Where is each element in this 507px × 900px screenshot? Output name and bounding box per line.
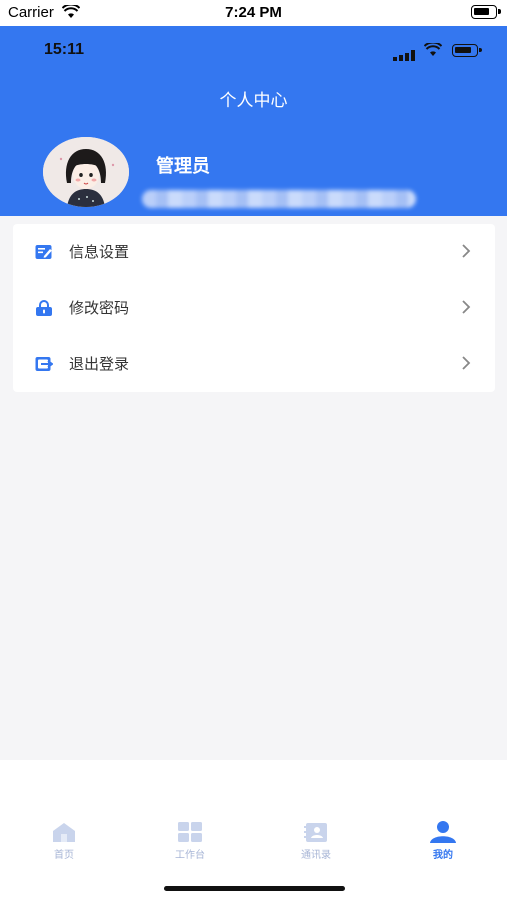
menu-item-label: 信息设置 — [69, 243, 130, 261]
menu-item-label: 退出登录 — [69, 355, 130, 373]
app-status-time: 15:11 — [44, 41, 85, 58]
tab-label: 首页 — [54, 850, 74, 861]
contacts-icon — [276, 818, 356, 846]
profile-header: 15:11 个人中心 管理员 — [0, 26, 507, 216]
user-name: 管理员 — [156, 156, 210, 177]
tab-mine[interactable]: 我的 — [403, 818, 483, 866]
battery-icon — [452, 44, 482, 57]
home-icon — [24, 818, 104, 846]
avatar[interactable] — [43, 137, 129, 207]
device-status-bar: Carrier 7:24 PM — [0, 0, 507, 26]
bottom-tab-bar: 首页 工作台 通讯录 我的 — [0, 760, 507, 900]
battery-icon — [471, 5, 501, 19]
tab-label: 工作台 — [175, 850, 205, 861]
home-indicator[interactable] — [164, 886, 345, 891]
tab-workbench[interactable]: 工作台 — [150, 818, 230, 866]
device-time: 7:24 PM — [225, 4, 282, 21]
menu-item-change-password[interactable]: 修改密码 — [13, 280, 495, 336]
user-info-blurred — [142, 190, 416, 208]
logout-icon — [35, 356, 54, 372]
chevron-right-icon — [461, 355, 471, 375]
grid-icon — [150, 818, 230, 846]
signal-icon — [393, 46, 415, 65]
menu-item-logout[interactable]: 退出登录 — [13, 336, 495, 392]
user-icon — [403, 818, 483, 846]
settings-menu: 信息设置 修改密码 退出登录 — [13, 224, 495, 392]
tab-label: 通讯录 — [301, 850, 331, 861]
page-title: 个人中心 — [219, 91, 288, 111]
menu-item-info-settings[interactable]: 信息设置 — [13, 224, 495, 280]
wifi-icon — [423, 41, 443, 61]
chevron-right-icon — [461, 299, 471, 319]
lock-icon — [35, 300, 53, 316]
menu-item-label: 修改密码 — [69, 299, 130, 317]
tab-home[interactable]: 首页 — [24, 818, 104, 866]
tab-label: 我的 — [433, 850, 453, 861]
edit-icon — [35, 244, 53, 260]
chevron-right-icon — [461, 243, 471, 263]
tab-contacts[interactable]: 通讯录 — [276, 818, 356, 866]
